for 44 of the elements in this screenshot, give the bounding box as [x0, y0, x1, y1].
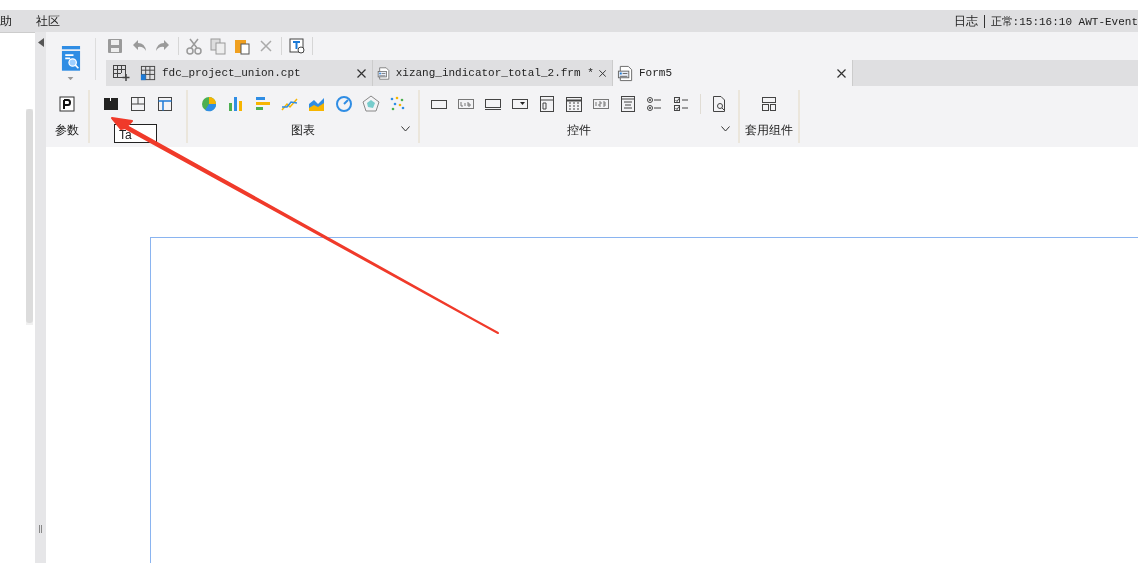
tab-block-icon[interactable]	[102, 95, 120, 113]
document-tab[interactable]: fdc_project_union.cpt	[136, 60, 373, 86]
radio-group-icon[interactable]	[646, 95, 664, 113]
form-file-icon[interactable]	[377, 64, 391, 82]
gauge-icon[interactable]	[334, 95, 353, 113]
template-icon[interactable]	[760, 95, 778, 113]
chevron-down-icon[interactable]	[721, 126, 730, 132]
scissors-icon[interactable]	[185, 37, 203, 55]
new-grid-icon[interactable]	[112, 64, 130, 82]
save-icon[interactable]	[106, 37, 124, 55]
document-tab[interactable]: Form5	[613, 60, 853, 86]
splitter-handle[interactable]	[39, 525, 42, 533]
close-icon[interactable]	[598, 68, 606, 78]
preview-icon[interactable]	[710, 95, 728, 113]
report-file-icon[interactable]	[140, 64, 157, 82]
text-search-icon[interactable]	[288, 37, 306, 55]
bar-chart-icon[interactable]	[226, 95, 245, 113]
list-widget-icon[interactable]	[538, 95, 556, 113]
parameter-icon[interactable]	[58, 95, 76, 113]
paste-icon[interactable]	[233, 37, 251, 55]
scatter-chart-icon[interactable]	[388, 95, 407, 113]
log-label[interactable]: 日志	[953, 12, 978, 30]
menu-item[interactable]: 社区	[36, 12, 74, 30]
group-label: 控件	[567, 122, 591, 139]
form-file-icon[interactable]	[617, 64, 634, 82]
scrollbar[interactable]	[26, 109, 33, 325]
chevron-down-icon[interactable]	[401, 126, 410, 132]
checkbox-group-icon[interactable]	[673, 95, 691, 113]
radar-chart-icon[interactable]	[361, 95, 380, 113]
group-label: 图表	[291, 122, 315, 139]
caret-icon[interactable]	[67, 76, 74, 80]
horizontal-bar-chart-icon[interactable]	[253, 95, 272, 113]
group-label: 套用组件	[745, 122, 793, 139]
collapse-icon[interactable]	[37, 38, 44, 47]
table-layout-icon[interactable]	[156, 95, 174, 113]
pie-chart-icon[interactable]	[199, 95, 218, 113]
close-icon[interactable]	[357, 68, 366, 78]
menu-item[interactable]: 助	[0, 12, 26, 30]
layout-icon[interactable]	[129, 95, 147, 113]
close-icon[interactable]	[837, 68, 846, 78]
calendar-icon[interactable]	[565, 95, 583, 113]
group-label: 参数	[55, 122, 79, 139]
text-area-icon[interactable]	[619, 95, 637, 113]
status-text: 正常:15:16:10 AWT-Event	[990, 14, 1138, 29]
